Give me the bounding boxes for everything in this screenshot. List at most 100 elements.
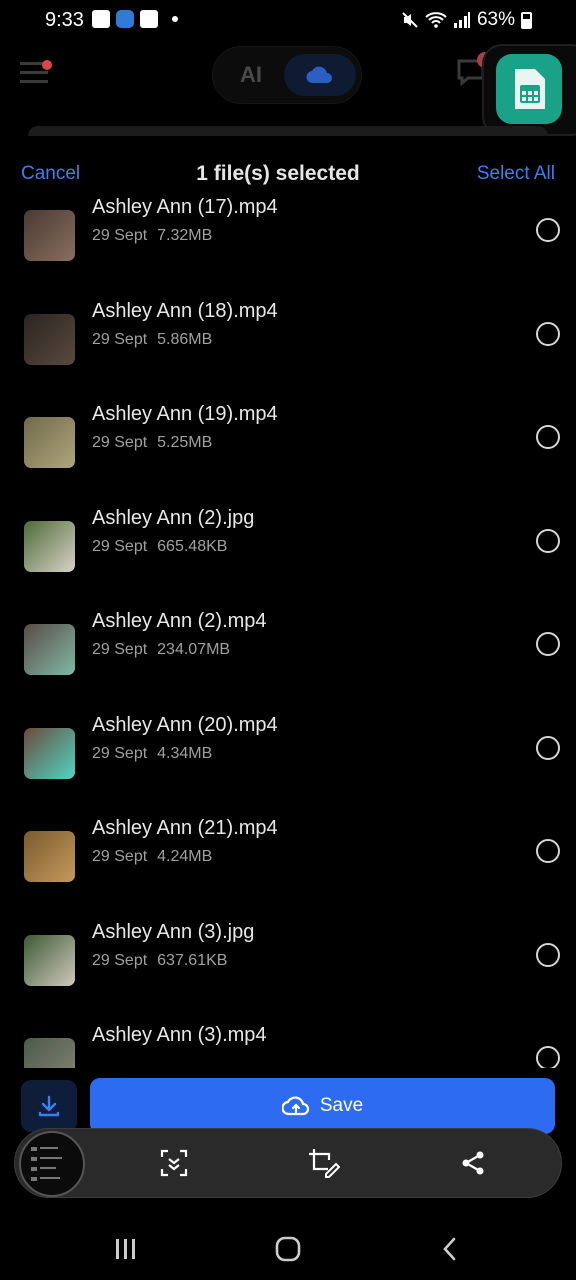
file-size: 4.24MB — [157, 848, 213, 865]
file-size: 637.61KB — [157, 951, 228, 969]
signal-icon — [453, 12, 470, 28]
share-icon — [462, 1151, 484, 1175]
file-meta: 29 Sept 234.07MB — [92, 641, 230, 659]
file-size: 5.25MB — [157, 434, 213, 451]
select-radio[interactable] — [536, 218, 560, 242]
file-size: 665.48KB — [157, 537, 228, 555]
cloud-tab[interactable] — [284, 54, 356, 96]
app-notification-icon — [116, 10, 134, 28]
file-meta: 29 Sept 7.32MB — [92, 227, 212, 245]
crop-edit-icon — [309, 1149, 340, 1178]
file-name: Ashley Ann (3).mp4 — [92, 1024, 267, 1046]
select-radio[interactable] — [536, 425, 560, 449]
file-meta: 29 Sept 5.25MB — [92, 434, 212, 452]
share-button[interactable] — [456, 1146, 490, 1180]
file-thumbnail — [24, 934, 75, 986]
file-date: 29 Sept — [92, 641, 148, 658]
file-date: 29 Sept — [92, 330, 148, 348]
file-row[interactable]: Ashley Ann (2).jpg 29 Sept 665.48KB — [0, 499, 576, 603]
file-meta: 29 Sept 5.86MB — [92, 331, 212, 349]
clock: 9:33 — [45, 9, 84, 31]
select-radio[interactable] — [536, 321, 560, 346]
file-list[interactable]: Ashley Ann (17).mp4 29 Sept 7.32MB Ashley A… — [0, 198, 576, 1068]
select-all-button[interactable]: Select All — [477, 163, 555, 185]
file-meta: 29 Sept 4.34MB — [92, 745, 212, 763]
file-name: Ashley Ann (20).mp4 — [92, 713, 278, 736]
file-thumbnail — [24, 520, 75, 572]
navigation-bar — [0, 1215, 576, 1280]
ai-tab[interactable]: AI — [240, 62, 262, 88]
file-date: 29 Sept — [92, 848, 148, 865]
file-name: Ashley Ann (18).mp4 — [92, 299, 278, 322]
save-label: Save — [319, 1095, 364, 1116]
file-date: 29 Sept — [92, 227, 148, 244]
file-row[interactable]: Ashley Ann (3).jpg 29 Sept 637.61KB — [0, 913, 576, 1017]
select-radio[interactable] — [536, 735, 560, 760]
scroll-capture-button[interactable] — [157, 1146, 191, 1180]
file-row[interactable]: Ashley Ann (17).mp4 29 Sept 7.32MB — [0, 198, 576, 292]
file-name: Ashley Ann (2).mp4 — [92, 610, 267, 632]
search-bar-edge — [28, 126, 548, 136]
wifi-icon — [425, 12, 447, 28]
file-row[interactable]: Ashley Ann (3).mp4 — [0, 1016, 576, 1068]
select-radio[interactable] — [536, 632, 560, 656]
screenshot-toolbar — [14, 1128, 562, 1198]
file-thumbnail — [24, 313, 75, 365]
notification-icons — [92, 10, 178, 28]
selection-count-title: 1 file(s) selected — [196, 162, 360, 185]
file-date: 29 Sept — [92, 951, 148, 969]
crop-edit-button[interactable] — [306, 1146, 340, 1180]
file-thumbnail — [24, 831, 75, 882]
screenshot-preview-thumbnail[interactable] — [19, 1131, 85, 1197]
scroll-capture-icon — [160, 1149, 188, 1177]
file-thumbnail — [24, 417, 75, 468]
cloud-upload-icon — [281, 1096, 309, 1116]
download-button[interactable] — [21, 1080, 77, 1132]
recents-icon — [116, 1239, 135, 1259]
file-size: 234.07MB — [157, 641, 231, 658]
battery-percent: 63% — [476, 9, 515, 30]
download-icon — [38, 1095, 60, 1117]
battery-icon — [521, 11, 532, 29]
file-thumbnail — [24, 727, 75, 779]
select-radio[interactable] — [536, 528, 560, 553]
home-button[interactable] — [272, 1233, 304, 1265]
back-button[interactable] — [434, 1233, 466, 1265]
app-top-bar: AI 1 — [0, 42, 576, 136]
selection-header: Cancel 1 file(s) selected Select All — [0, 150, 576, 198]
file-size: 4.34MB — [157, 744, 213, 762]
file-thumbnail — [24, 1038, 75, 1068]
file-date: 29 Sept — [92, 537, 148, 555]
file-name: Ashley Ann (19).mp4 — [92, 403, 278, 425]
file-thumbnail — [24, 210, 75, 261]
file-name: Ashley Ann (17).mp4 — [92, 198, 278, 218]
file-row[interactable]: Ashley Ann (19).mp4 29 Sept 5.25MB — [0, 395, 576, 499]
back-icon — [443, 1237, 456, 1261]
file-row[interactable]: Ashley Ann (2).mp4 29 Sept 234.07MB — [0, 602, 576, 706]
file-name: Ashley Ann (21).mp4 — [92, 817, 278, 839]
sim-app-icon[interactable] — [496, 54, 562, 124]
system-icons: 63% — [401, 9, 532, 31]
more-notifications-icon — [172, 16, 178, 22]
select-radio[interactable] — [536, 942, 560, 967]
file-size: 5.86MB — [157, 330, 213, 348]
select-radio[interactable] — [536, 1046, 560, 1068]
home-icon — [275, 1236, 301, 1262]
file-row[interactable]: Ashley Ann (21).mp4 29 Sept 4.24MB — [0, 809, 576, 913]
status-bar: 9:33 63% — [0, 0, 576, 42]
file-row[interactable]: Ashley Ann (20).mp4 29 Sept 4.34MB — [0, 706, 576, 810]
file-meta: 29 Sept 4.24MB — [92, 848, 212, 866]
file-meta — [92, 1055, 102, 1068]
select-radio[interactable] — [536, 839, 560, 863]
file-meta: 29 Sept 665.48KB — [92, 538, 227, 556]
file-date: 29 Sept — [92, 744, 148, 762]
menu-notification-dot — [42, 60, 52, 70]
file-name: Ashley Ann (2).jpg — [92, 506, 255, 529]
file-meta: 29 Sept 637.61KB — [92, 952, 227, 970]
recents-button[interactable] — [110, 1233, 142, 1265]
file-name: Ashley Ann (3).jpg — [92, 920, 255, 943]
file-row[interactable]: Ashley Ann (18).mp4 29 Sept 5.86MB — [0, 292, 576, 396]
file-thumbnail — [24, 624, 75, 675]
shop-notification-icon — [140, 10, 158, 28]
save-button[interactable]: Save — [90, 1078, 555, 1134]
